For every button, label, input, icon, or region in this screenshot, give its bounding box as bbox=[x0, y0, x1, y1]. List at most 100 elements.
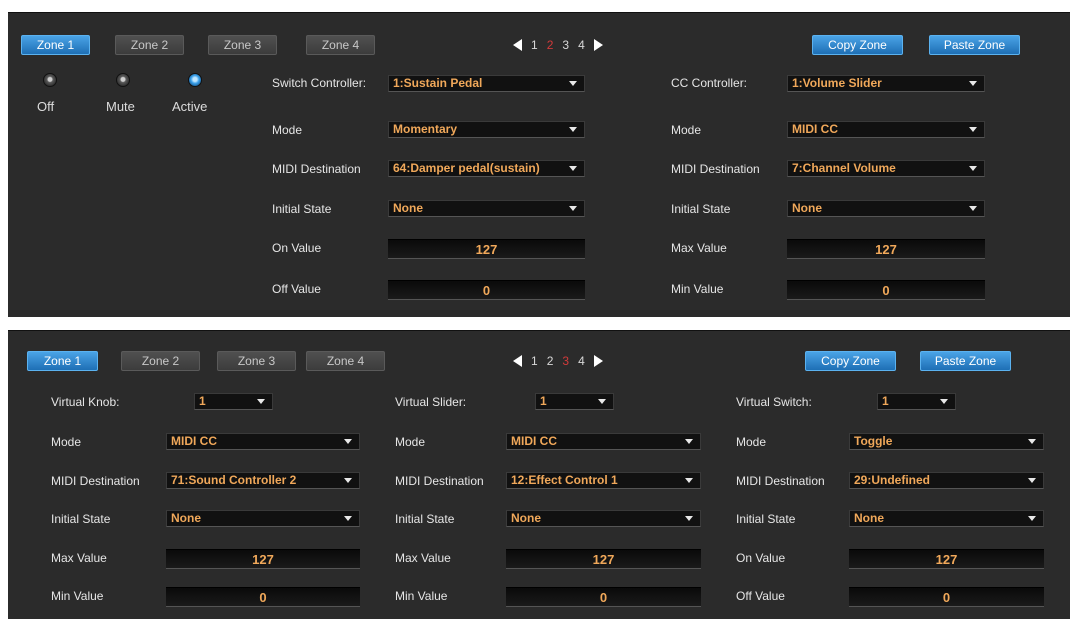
switch-off-value[interactable]: 0 bbox=[388, 280, 585, 300]
mode-off-radio[interactable] bbox=[43, 73, 57, 87]
cc-mode-dropdown[interactable]: MIDI CC bbox=[787, 121, 985, 138]
zone-3-tab[interactable]: Zone 3 bbox=[208, 35, 277, 55]
switch-controller-label: Switch Controller: bbox=[272, 76, 367, 90]
knob-mode-dropdown[interactable]: MIDI CC bbox=[166, 433, 360, 450]
top-panel: Zone 1 Zone 2 Zone 3 Zone 4 1 2 3 4 Copy… bbox=[8, 12, 1070, 317]
chevron-down-icon bbox=[685, 516, 693, 521]
cc-initial-label: Initial State bbox=[671, 202, 731, 216]
chevron-down-icon bbox=[685, 478, 693, 483]
knob-label: Virtual Knob: bbox=[51, 395, 120, 409]
cc-initial-dropdown[interactable]: None bbox=[787, 200, 985, 217]
cc-dest-label: MIDI Destination bbox=[671, 162, 760, 176]
slider-mode-dropdown[interactable]: MIDI CC bbox=[506, 433, 701, 450]
chevron-down-icon bbox=[344, 516, 352, 521]
vswitch-off-value[interactable]: 0 bbox=[849, 587, 1044, 607]
slider-max-value[interactable]: 127 bbox=[506, 549, 701, 569]
vswitch-on-value[interactable]: 127 bbox=[849, 549, 1044, 569]
vswitch-mode-dropdown[interactable]: Toggle bbox=[849, 433, 1044, 450]
page-4[interactable]: 4 bbox=[578, 38, 585, 52]
knob-dest-dropdown[interactable]: 71:Sound Controller 2 bbox=[166, 472, 360, 489]
page-1[interactable]: 1 bbox=[531, 38, 538, 52]
vswitch-mode-label: Mode bbox=[736, 435, 767, 449]
next-page-icon[interactable] bbox=[593, 39, 603, 51]
vswitch-initial-label: Initial State bbox=[736, 512, 796, 526]
chevron-down-icon bbox=[569, 127, 577, 132]
knob-dest-label: MIDI Destination bbox=[51, 474, 140, 488]
knob-min-label: Min Value bbox=[51, 589, 104, 603]
knob-initial-label: Initial State bbox=[51, 512, 111, 526]
chevron-down-icon bbox=[569, 166, 577, 171]
chevron-down-icon bbox=[685, 439, 693, 444]
next-page-icon[interactable] bbox=[593, 355, 603, 367]
paste-zone-button[interactable]: Paste Zone bbox=[929, 35, 1020, 55]
zone-1-tab[interactable]: Zone 1 bbox=[27, 351, 98, 371]
page-nav: 1 2 3 4 bbox=[513, 35, 603, 55]
chevron-down-icon bbox=[569, 206, 577, 211]
chevron-down-icon bbox=[1028, 478, 1036, 483]
page-4[interactable]: 4 bbox=[578, 354, 585, 368]
slider-max-label: Max Value bbox=[395, 551, 451, 565]
cc-min-value[interactable]: 0 bbox=[787, 280, 985, 300]
switch-dest-dropdown[interactable]: 64:Damper pedal(sustain) bbox=[388, 160, 585, 177]
vswitch-label: Virtual Switch: bbox=[736, 395, 812, 409]
zone-2-tab[interactable]: Zone 2 bbox=[115, 35, 184, 55]
copy-zone-button[interactable]: Copy Zone bbox=[812, 35, 903, 55]
cc-min-label: Min Value bbox=[671, 282, 724, 296]
slider-mode-label: Mode bbox=[395, 435, 426, 449]
knob-initial-dropdown[interactable]: None bbox=[166, 510, 360, 527]
cc-dest-dropdown[interactable]: 7:Channel Volume bbox=[787, 160, 985, 177]
vswitch-dest-dropdown[interactable]: 29:Undefined bbox=[849, 472, 1044, 489]
cc-max-value[interactable]: 127 bbox=[787, 239, 985, 259]
switch-initial-dropdown[interactable]: None bbox=[388, 200, 585, 217]
cc-controller-dropdown[interactable]: 1:Volume Slider bbox=[787, 75, 985, 92]
switch-off-label: Off Value bbox=[272, 282, 321, 296]
slider-label: Virtual Slider: bbox=[395, 395, 467, 409]
paste-zone-button[interactable]: Paste Zone bbox=[920, 351, 1011, 371]
mode-mute-label: Mute bbox=[106, 99, 135, 114]
zone-4-tab[interactable]: Zone 4 bbox=[306, 35, 375, 55]
chevron-down-icon bbox=[598, 399, 606, 404]
chevron-down-icon bbox=[969, 166, 977, 171]
chevron-down-icon bbox=[940, 399, 948, 404]
zone-4-tab[interactable]: Zone 4 bbox=[306, 351, 385, 371]
cc-controller-label: CC Controller: bbox=[671, 76, 748, 90]
chevron-down-icon bbox=[969, 206, 977, 211]
slider-dest-dropdown[interactable]: 12:Effect Control 1 bbox=[506, 472, 701, 489]
prev-page-icon[interactable] bbox=[513, 39, 522, 51]
mode-active-radio[interactable] bbox=[188, 73, 202, 87]
chevron-down-icon bbox=[969, 127, 977, 132]
vswitch-initial-dropdown[interactable]: None bbox=[849, 510, 1044, 527]
switch-controller-dropdown[interactable]: 1:Sustain Pedal bbox=[388, 75, 585, 92]
knob-max-label: Max Value bbox=[51, 551, 107, 565]
switch-on-value[interactable]: 127 bbox=[388, 239, 585, 259]
slider-initial-label: Initial State bbox=[395, 512, 455, 526]
switch-dest-label: MIDI Destination bbox=[272, 162, 361, 176]
page-3[interactable]: 3 bbox=[562, 354, 569, 368]
page-1[interactable]: 1 bbox=[531, 354, 538, 368]
mode-mute-radio[interactable] bbox=[116, 73, 130, 87]
slider-min-value[interactable]: 0 bbox=[506, 587, 701, 607]
knob-select[interactable]: 1 bbox=[194, 393, 273, 410]
chevron-down-icon bbox=[257, 399, 265, 404]
zone-2-tab[interactable]: Zone 2 bbox=[121, 351, 200, 371]
cc-mode-label: Mode bbox=[671, 123, 702, 137]
switch-mode-dropdown[interactable]: Momentary bbox=[388, 121, 585, 138]
slider-initial-dropdown[interactable]: None bbox=[506, 510, 701, 527]
page-2[interactable]: 2 bbox=[547, 354, 554, 368]
prev-page-icon[interactable] bbox=[513, 355, 522, 367]
copy-zone-button[interactable]: Copy Zone bbox=[805, 351, 896, 371]
bottom-panel: Zone 1 Zone 2 Zone 3 Zone 4 1 2 3 4 Copy… bbox=[8, 330, 1070, 619]
vswitch-on-label: On Value bbox=[736, 551, 786, 565]
vswitch-dest-label: MIDI Destination bbox=[736, 474, 825, 488]
knob-max-value[interactable]: 127 bbox=[166, 549, 360, 569]
page-2[interactable]: 2 bbox=[547, 38, 554, 52]
zone-1-tab[interactable]: Zone 1 bbox=[21, 35, 90, 55]
slider-select[interactable]: 1 bbox=[535, 393, 614, 410]
switch-initial-label: Initial State bbox=[272, 202, 332, 216]
chevron-down-icon bbox=[1028, 439, 1036, 444]
zone-3-tab[interactable]: Zone 3 bbox=[217, 351, 296, 371]
page-3[interactable]: 3 bbox=[562, 38, 569, 52]
vswitch-select[interactable]: 1 bbox=[877, 393, 956, 410]
knob-min-value[interactable]: 0 bbox=[166, 587, 360, 607]
switch-on-label: On Value bbox=[272, 241, 322, 255]
